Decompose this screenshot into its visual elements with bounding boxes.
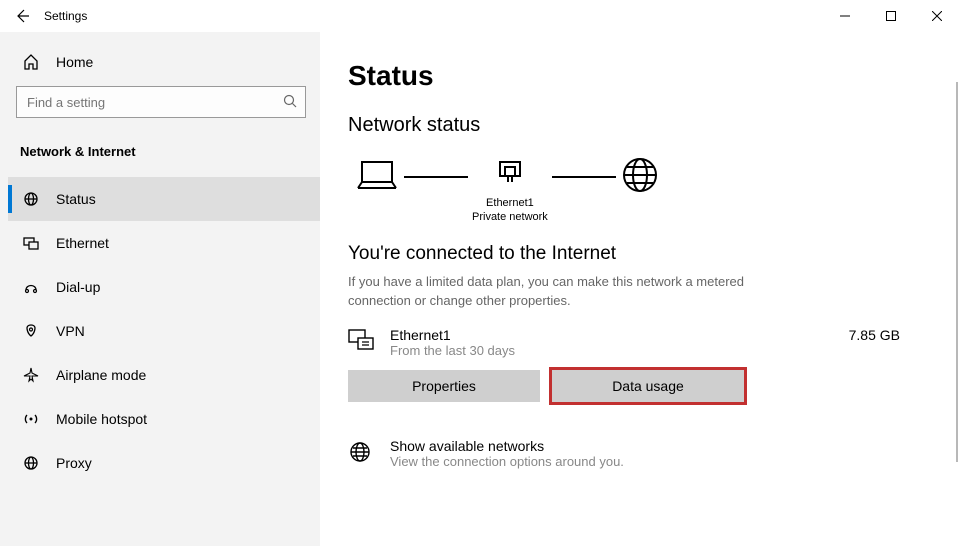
mobile-hotspot-icon [20,411,42,427]
usage-amount: 7.85 GB [849,327,900,343]
show-networks-sub: View the connection options around you. [390,454,624,469]
show-available-networks[interactable]: Show available networks View the connect… [348,438,932,469]
status-icon [20,191,42,207]
home-label: Home [56,54,93,70]
page-title: Status [348,60,932,92]
sidebar-nav: Status Ethernet Dial-up VPN Airplane mode Mob… [8,177,320,485]
sidebar-item-label: Proxy [56,455,92,471]
airplane-mode-icon [20,367,42,383]
close-button[interactable] [914,0,960,32]
section-heading-network-status: Network status [348,114,932,137]
usage-row: Ethernet1 From the last 30 days 7.85 GB [348,327,932,358]
scrollbar[interactable] [956,82,958,462]
search-icon [283,94,297,111]
title-bar: Settings [0,0,960,32]
maximize-icon [886,11,896,21]
dial-up-icon [20,279,42,295]
globe-small-icon [348,438,380,467]
sidebar-item-vpn[interactable]: VPN [8,309,320,353]
connection-line [552,176,616,178]
maximize-button[interactable] [868,0,914,32]
device-adapter: Ethernet1 Private network [472,158,548,225]
ethernet-icon [20,235,42,251]
connection-line [404,176,468,178]
usage-adapter-name: Ethernet1 [390,327,515,343]
sidebar-category-heading: Network & Internet [8,130,320,177]
search-box[interactable] [16,86,306,118]
search-input[interactable] [25,94,283,111]
window-controls [822,0,960,32]
sidebar-item-proxy[interactable]: Proxy [8,441,320,485]
back-button[interactable] [0,0,44,32]
device-internet [620,155,660,227]
sidebar-item-label: VPN [56,323,85,339]
sidebar-item-label: Status [56,191,96,207]
arrow-left-icon [14,8,30,24]
properties-button[interactable]: Properties [348,370,540,402]
sidebar-item-label: Mobile hotspot [56,411,147,427]
adapter-name: Ethernet1 [472,196,548,210]
ethernet-adapter-icon [496,158,524,192]
minimize-icon [840,11,850,21]
main-content: Status Network status Ethernet1 [320,32,960,546]
globe-icon [620,155,660,195]
sidebar-home[interactable]: Home [8,44,320,80]
data-usage-button[interactable]: Data usage [552,370,744,402]
proxy-icon [20,455,42,471]
sidebar: Home Network & Internet Status Ethernet Di… [0,32,320,546]
ethernet-icon [348,327,380,354]
sidebar-item-mobile-hotspot[interactable]: Mobile hotspot [8,397,320,441]
device-pc [354,158,400,224]
sidebar-item-ethernet[interactable]: Ethernet [8,221,320,265]
sidebar-item-label: Airplane mode [56,367,146,383]
vpn-icon [20,323,42,339]
sidebar-item-status[interactable]: Status [8,177,320,221]
adapter-type: Private network [472,210,548,224]
usage-period: From the last 30 days [390,343,515,358]
show-networks-title: Show available networks [390,438,624,454]
window-title: Settings [44,9,87,23]
network-diagram: Ethernet1 Private network [348,155,932,227]
sidebar-item-label: Ethernet [56,235,109,251]
sidebar-item-label: Dial-up [56,279,100,295]
connection-status-desc: If you have a limited data plan, you can… [348,273,748,311]
sidebar-item-airplane-mode[interactable]: Airplane mode [8,353,320,397]
home-icon [20,54,42,70]
sidebar-item-dial-up[interactable]: Dial-up [8,265,320,309]
minimize-button[interactable] [822,0,868,32]
connection-status-title: You're connected to the Internet [348,243,932,265]
close-icon [932,11,942,21]
laptop-icon [354,158,400,192]
